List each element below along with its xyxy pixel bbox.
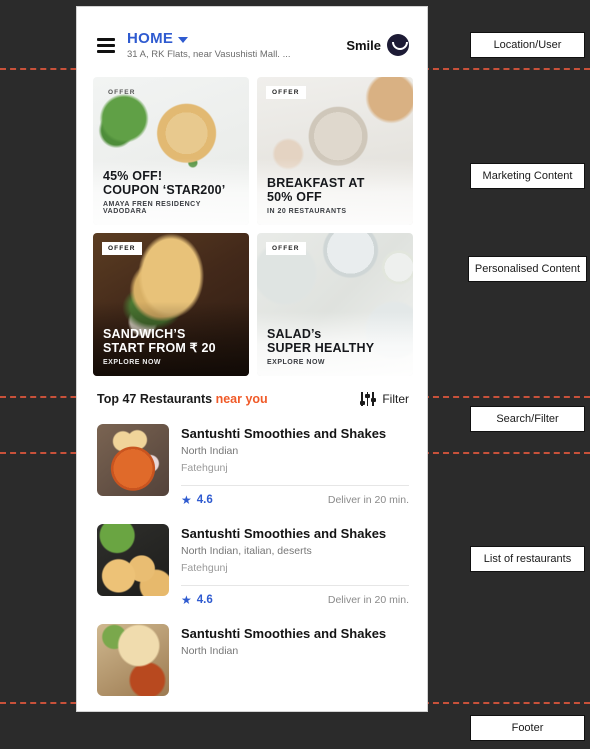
rating-value: 4.6 — [196, 594, 213, 606]
promo-card-salad[interactable]: OFFER SALAD’s SUPER HEALTHY EXPLORE NOW — [257, 233, 413, 376]
annotation-search-filter: Search/Filter — [470, 406, 585, 432]
user-profile[interactable]: Smile — [346, 34, 409, 56]
promo-title-line2: SUPER HEALTHY — [267, 341, 375, 355]
annotation-list-of-restaurants: List of restaurants — [470, 546, 585, 572]
hamburger-menu-icon[interactable] — [97, 37, 115, 53]
rating-value: 4.6 — [196, 494, 213, 506]
divider — [181, 585, 409, 586]
location-label: HOME — [127, 30, 174, 47]
restaurant-thumbnail — [97, 524, 169, 596]
promo-title-line2: COUPON ‘STAR200’ — [103, 183, 226, 197]
smiley-avatar-icon — [387, 34, 409, 56]
restaurant-list-item[interactable]: Santushti Smoothies and Shakes North Ind… — [97, 518, 409, 606]
filter-label: Filter — [382, 392, 409, 406]
divider — [181, 485, 409, 486]
search-filter-bar: Top 47 Restaurants near you Filter — [83, 376, 423, 418]
location-address: 31 A, RK Flats, near Vasushisti Mall. ..… — [127, 49, 291, 60]
offer-badge: OFFER — [102, 242, 142, 255]
promo-title-line1: BREAKFAST AT — [267, 176, 365, 190]
results-count-label: Top 47 Restaurants near you — [97, 392, 268, 406]
annotation-marketing-content: Marketing Content — [470, 163, 585, 189]
annotation-footer: Footer — [470, 715, 585, 741]
promo-card-coupon[interactable]: OFFER 45% OFF! COUPON ‘STAR200’ AMAYA FR… — [93, 77, 249, 225]
restaurant-name: Santushti Smoothies and Shakes — [181, 526, 387, 541]
promo-card-breakfast[interactable]: OFFER BREAKFAST AT 50% OFF IN 20 RESTAUR… — [257, 77, 413, 225]
offer-badge: OFFER — [266, 242, 306, 255]
restaurant-list-item[interactable]: Santushti Smoothies and Shakes North Ind… — [97, 618, 409, 696]
promo-subtitle: IN 20 RESTAURANTS — [267, 208, 347, 215]
annotation-location-user: Location/User — [470, 32, 585, 58]
promo-title-line2: START FROM ₹ 20 — [103, 341, 216, 355]
restaurant-list: Santushti Smoothies and Shakes North Ind… — [83, 418, 423, 696]
promo-title-line1: SANDWICH’S — [103, 327, 186, 341]
promo-title-line2: 50% OFF — [267, 190, 322, 204]
user-name: Smile — [346, 37, 381, 53]
restaurant-cuisine: North Indian, italian, deserts — [181, 545, 312, 557]
near-you-text: near you — [215, 392, 268, 406]
promo-subtitle: EXPLORE NOW — [267, 359, 326, 366]
promo-card-sandwich[interactable]: OFFER SANDWICH’S START FROM ₹ 20 EXPLORE… — [93, 233, 249, 376]
app-screen: HOME 31 A, RK Flats, near Vasushisti Mal… — [83, 11, 423, 711]
star-icon: ★ — [181, 493, 192, 507]
restaurant-thumbnail — [97, 624, 169, 696]
restaurant-cuisine: North Indian — [181, 645, 239, 657]
delivery-time: Deliver in 20 min. — [327, 494, 409, 506]
restaurant-name: Santushti Smoothies and Shakes — [181, 626, 387, 641]
rating-group: ★ 4.6 — [181, 594, 213, 606]
location-selector[interactable]: HOME 31 A, RK Flats, near Vasushisti Mal… — [127, 30, 346, 60]
promo-title-line1: SALAD’s — [267, 327, 322, 341]
promo-title-line1: 45% OFF! — [103, 169, 163, 183]
delivery-time: Deliver in 20 min. — [327, 594, 409, 606]
chevron-down-icon — [178, 36, 189, 43]
rating-group: ★ 4.6 — [181, 494, 213, 506]
restaurant-list-item[interactable]: Santushti Smoothies and Shakes North Ind… — [97, 418, 409, 506]
annotation-personalised-content: Personalised Content — [468, 256, 587, 282]
offer-badge: OFFER — [108, 89, 136, 96]
restaurant-cuisine: North Indian — [181, 445, 239, 457]
sliders-icon — [359, 392, 376, 406]
promo-subtitle: AMAYA FREN RESIDENCY VADODARA — [103, 201, 201, 215]
results-count-text: Top 47 Restaurants — [97, 392, 213, 406]
phone-frame: HOME 31 A, RK Flats, near Vasushisti Mal… — [76, 6, 428, 712]
restaurant-area: Fatehgunj — [181, 462, 228, 474]
offer-badge: OFFER — [266, 86, 306, 99]
promo-subtitle: EXPLORE NOW — [103, 359, 162, 366]
filter-button[interactable]: Filter — [359, 392, 409, 406]
restaurant-thumbnail — [97, 424, 169, 496]
annotated-wireframe-root: Location/User Marketing Content Personal… — [0, 0, 590, 749]
restaurant-name: Santushti Smoothies and Shakes — [181, 426, 387, 441]
restaurant-area: Fatehgunj — [181, 562, 228, 574]
star-icon: ★ — [181, 593, 192, 607]
promo-grid: OFFER 45% OFF! COUPON ‘STAR200’ AMAYA FR… — [83, 73, 423, 376]
app-header: HOME 31 A, RK Flats, near Vasushisti Mal… — [83, 11, 423, 73]
